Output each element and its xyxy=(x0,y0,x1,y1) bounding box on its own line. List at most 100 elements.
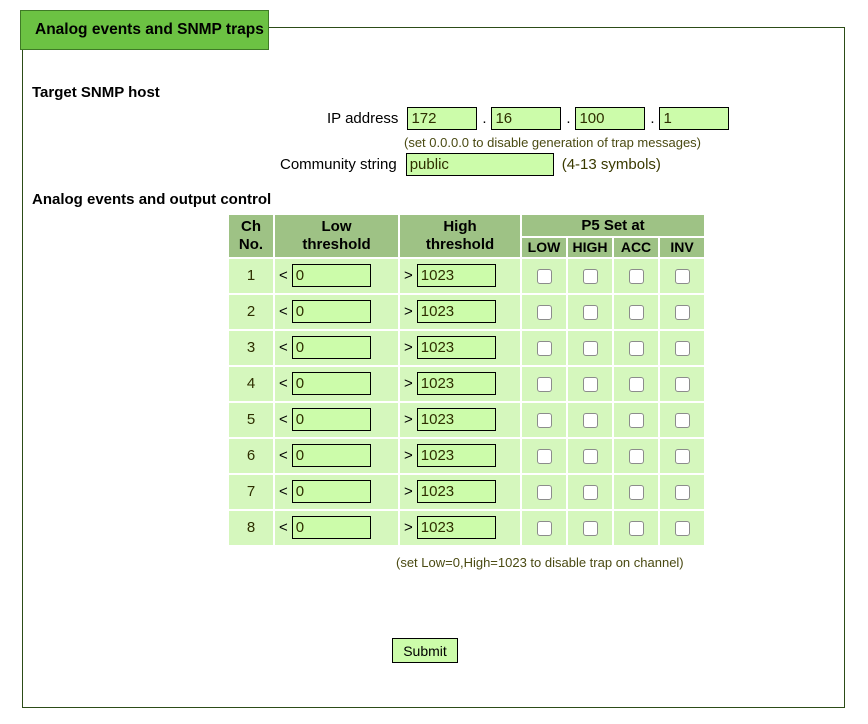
community-string-input[interactable] xyxy=(405,153,554,176)
p5-low-checkbox[interactable] xyxy=(536,484,552,500)
analog-events-table-body: 1 < >2 < >3 < >4 < >5 < >6 < >7 < >8 < > xyxy=(229,258,704,545)
p5-high-cell xyxy=(568,330,612,365)
high-threshold-input[interactable] xyxy=(416,300,496,324)
low-threshold-cell: < xyxy=(275,438,398,473)
channel-number-cell: 1 xyxy=(229,258,273,293)
low-threshold-input[interactable] xyxy=(291,480,371,504)
p5-acc-checkbox[interactable] xyxy=(628,484,644,500)
high-threshold-cell: > xyxy=(400,510,520,545)
table-row: 7 < > xyxy=(229,474,704,509)
p5-high-checkbox[interactable] xyxy=(582,268,598,284)
header-low-line1: Low xyxy=(321,218,352,236)
p5-inv-cell xyxy=(660,258,704,293)
high-threshold-input[interactable] xyxy=(416,336,496,360)
p5-low-checkbox[interactable] xyxy=(536,448,552,464)
p5-inv-cell xyxy=(660,510,704,545)
p5-inv-cell xyxy=(660,438,704,473)
p5-inv-checkbox[interactable] xyxy=(674,520,690,536)
header-high-line1: High xyxy=(443,218,477,236)
p5-high-checkbox[interactable] xyxy=(582,304,598,320)
p5-high-checkbox[interactable] xyxy=(582,412,598,428)
p5-acc-checkbox[interactable] xyxy=(628,412,644,428)
p5-high-checkbox[interactable] xyxy=(582,484,598,500)
p5-low-checkbox[interactable] xyxy=(536,268,552,284)
header-ch-no-line2: No. xyxy=(238,235,264,253)
high-threshold-cell: > xyxy=(400,330,520,365)
p5-inv-checkbox[interactable] xyxy=(674,340,690,356)
p5-acc-checkbox[interactable] xyxy=(628,304,644,320)
high-threshold-operator: > xyxy=(404,303,413,321)
p5-inv-checkbox[interactable] xyxy=(674,376,690,392)
high-threshold-input[interactable] xyxy=(416,480,496,504)
low-threshold-cell: < xyxy=(275,402,398,437)
p5-acc-checkbox[interactable] xyxy=(628,268,644,284)
high-threshold-operator: > xyxy=(404,519,413,537)
p5-low-checkbox[interactable] xyxy=(536,412,552,428)
ip-octet-1-input[interactable] xyxy=(407,107,478,130)
ip-octet-3-input[interactable] xyxy=(575,107,646,130)
section-heading-target-snmp-host: Target SNMP host xyxy=(32,84,160,101)
high-threshold-input[interactable] xyxy=(416,264,496,288)
high-threshold-operator: > xyxy=(404,447,413,465)
p5-acc-checkbox[interactable] xyxy=(628,376,644,392)
low-threshold-input[interactable] xyxy=(291,408,371,432)
page-title-tab: Analog events and SNMP traps xyxy=(20,10,269,50)
table-row: 3 < > xyxy=(229,330,704,365)
p5-high-checkbox[interactable] xyxy=(582,520,598,536)
p5-high-checkbox[interactable] xyxy=(582,376,598,392)
table-row: 4 < > xyxy=(229,366,704,401)
p5-acc-cell xyxy=(614,258,658,293)
p5-high-checkbox[interactable] xyxy=(582,448,598,464)
low-threshold-cell: < xyxy=(275,294,398,329)
section-heading-analog-events: Analog events and output control xyxy=(32,191,272,208)
p5-low-cell xyxy=(522,438,566,473)
ip-separator-1: . xyxy=(482,110,487,127)
p5-low-checkbox[interactable] xyxy=(536,340,552,356)
header-low-threshold: Low threshold xyxy=(275,215,398,257)
low-threshold-input[interactable] xyxy=(291,372,371,396)
p5-inv-checkbox[interactable] xyxy=(674,412,690,428)
p5-inv-cell xyxy=(660,294,704,329)
header-sub-inv: INV xyxy=(660,238,704,257)
high-threshold-cell: > xyxy=(400,474,520,509)
community-string-hint: (4-13 symbols) xyxy=(561,156,661,173)
channel-number-cell: 4 xyxy=(229,366,273,401)
p5-low-cell xyxy=(522,330,566,365)
p5-inv-cell xyxy=(660,474,704,509)
analog-events-table-hint: (set Low=0,High=1023 to disable trap on … xyxy=(396,555,684,570)
p5-acc-cell xyxy=(614,438,658,473)
p5-acc-checkbox[interactable] xyxy=(628,448,644,464)
submit-button[interactable]: Submit xyxy=(392,638,458,663)
p5-acc-checkbox[interactable] xyxy=(628,520,644,536)
low-threshold-input[interactable] xyxy=(291,516,371,540)
p5-low-checkbox[interactable] xyxy=(536,520,552,536)
low-threshold-input[interactable] xyxy=(291,300,371,324)
p5-inv-checkbox[interactable] xyxy=(674,268,690,284)
low-threshold-operator: < xyxy=(279,447,288,465)
p5-acc-checkbox[interactable] xyxy=(628,340,644,356)
high-threshold-cell: > xyxy=(400,258,520,293)
low-threshold-input[interactable] xyxy=(291,444,371,468)
high-threshold-input[interactable] xyxy=(416,444,496,468)
p5-inv-checkbox[interactable] xyxy=(674,448,690,464)
ip-octet-2-input[interactable] xyxy=(491,107,562,130)
p5-inv-checkbox[interactable] xyxy=(674,304,690,320)
p5-low-checkbox[interactable] xyxy=(536,304,552,320)
header-sub-high: HIGH xyxy=(568,238,612,257)
high-threshold-cell: > xyxy=(400,294,520,329)
header-sub-acc: ACC xyxy=(614,238,658,257)
p5-acc-cell xyxy=(614,366,658,401)
p5-high-cell xyxy=(568,402,612,437)
low-threshold-input[interactable] xyxy=(291,264,371,288)
low-threshold-operator: < xyxy=(279,267,288,285)
channel-number-cell: 2 xyxy=(229,294,273,329)
high-threshold-input[interactable] xyxy=(416,408,496,432)
low-threshold-input[interactable] xyxy=(291,336,371,360)
high-threshold-input[interactable] xyxy=(416,372,496,396)
p5-high-checkbox[interactable] xyxy=(582,340,598,356)
high-threshold-input[interactable] xyxy=(416,516,496,540)
ip-octet-4-input[interactable] xyxy=(659,107,730,130)
ip-separator-2: . xyxy=(566,110,571,127)
p5-low-checkbox[interactable] xyxy=(536,376,552,392)
p5-inv-checkbox[interactable] xyxy=(674,484,690,500)
